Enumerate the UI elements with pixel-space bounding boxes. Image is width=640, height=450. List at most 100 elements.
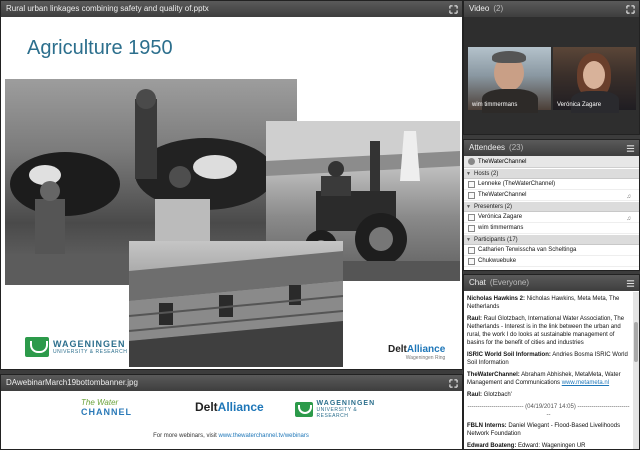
chat-text: Glotzbach' [483,392,512,398]
slide-title: Agriculture 1950 [27,37,173,59]
user-icon [468,247,475,254]
participants-group[interactable]: Participants (17) [464,234,639,245]
wageningen-mark-icon [295,402,313,417]
chat-sender: Raul: [467,316,482,322]
room-icon [468,158,475,165]
chat-pod: Chat (Everyone) Nicholas Hawkins 2: Nich… [463,274,640,450]
chat-message: Nicholas Hawkins 2: Nicholas Hawkins, Me… [467,295,630,311]
attendees-pod-title: Attendees [469,143,506,152]
chat-message: FBLN Interns: Daniel Wiegant - Flood-Bas… [467,422,630,438]
chat-pod-header: Chat (Everyone) [464,275,639,291]
attendees-count: (23) [509,143,524,152]
banner-footer: For more webinars, visit www.thewatercha… [73,433,389,439]
chat-sender: ISRIC World Soil Information: [467,352,551,358]
hosts-group-label: Hosts (2) [474,171,499,177]
webinars-link[interactable]: www.thewaterchannel.tv/webinars [218,433,308,439]
fullscreen-icon[interactable] [626,4,635,14]
banner-pod: DAwebinarMarch19bottombanner.jpg The Wat… [0,374,463,450]
attendee-name: TheWaterChannel [478,192,527,198]
chat-message: ISRIC World Soil Information: Andries Bo… [467,351,630,367]
chat-sender: Edward Boateng: [467,443,517,449]
video-feed[interactable]: Verónica Zagare [553,47,636,113]
meeting-room-name: TheWaterChannel [478,159,527,165]
meeting-room-row: TheWaterChannel [464,156,639,168]
attendee-row[interactable]: TheWaterChannel ♫ [464,190,639,201]
wageningen-mark-icon [25,337,49,357]
delta-alliance-logo: DeltAlliance [195,400,264,414]
attendee-name: Lenneke (TheWaterChannel) [478,181,556,187]
attendees-pod-header: Attendees (23) [464,140,639,156]
video-pod: Video (2) wim timmermans Verónica Zagare [463,0,640,135]
chat-pod-title: Chat [469,278,486,287]
chat-sender: Raul: [467,392,482,398]
presenters-group[interactable]: Presenters (2) [464,201,639,212]
chat-scrollbar-thumb[interactable] [634,322,638,362]
wageningen-logo: WAGENINGEN UNIVERSITY & RESEARCH [295,400,389,419]
delta-logo-accent: Alliance [217,400,264,414]
participants-group-label: Participants (17) [474,237,518,243]
chat-messages[interactable]: Nicholas Hawkins 2: Nicholas Hawkins, Me… [464,292,633,449]
pod-menu-icon[interactable] [626,279,635,288]
chat-message: Raul: Raul Glotzbach, International Wate… [467,315,630,347]
attendee-name: Verónica Zagare [478,214,523,220]
delta-logo-accent: Alliance [406,344,446,355]
presentation-slide: Agriculture 1950 WAGENINGEN UNIVERSITY &… [3,19,460,367]
photo-dyke-construction [129,241,343,367]
wageningen-logo-sub: UNIVERSITY & RESEARCH [53,349,128,355]
connect-meeting-room: Rural urban linkages combining safety an… [0,0,640,450]
chat-scope: (Everyone) [489,278,530,287]
attendee-row[interactable]: Chukwuebuke [464,256,639,267]
video-feed-name: Verónica Zagare [557,102,602,108]
attendee-row[interactable]: Catharien Terwisscha van Scheltinga [464,245,639,256]
the-water-channel-logo: The Water CHANNEL [81,398,132,417]
banner-pod-header: DAwebinarMarch19bottombanner.jpg [1,375,462,391]
user-icon [468,258,475,265]
attendee-row[interactable]: Verónica Zagare ♫ [464,212,639,223]
attendee-name: Catharien Terwisscha van Scheltinga [478,247,577,253]
wageningen-logo: WAGENINGEN UNIVERSITY & RESEARCH [25,337,127,357]
attendee-row[interactable]: Lenneke (TheWaterChannel) [464,179,639,190]
video-count: (2) [493,4,504,13]
user-icon [468,225,475,232]
attendee-row[interactable]: wim timmermans [464,223,639,234]
chat-scrollbar[interactable] [633,292,639,449]
twc-logo-bottom: CHANNEL [81,407,132,417]
chat-sender: Nicholas Hawkins 2: [467,296,526,302]
hosts-group[interactable]: Hosts (2) [464,168,639,179]
chat-link[interactable]: www.metameta.nl [562,380,609,386]
chat-sender: TheWaterChannel: [467,372,520,378]
chat-sender: FBLN Interns: [467,423,507,429]
video-feed-name: wim timmermans [472,102,518,108]
share-pod: Rural urban linkages combining safety an… [0,0,463,370]
pod-menu-icon[interactable] [626,144,635,153]
delta-logo-pre: Delt [388,344,407,355]
share-pod-title: Rural urban linkages combining safety an… [6,4,209,13]
user-icon [468,181,475,188]
banner-pod-title: DAwebinarMarch19bottombanner.jpg [6,378,138,387]
fullscreen-icon[interactable] [449,4,458,14]
delta-alliance-logo: DeltAlliance Wageningen Ring [388,344,445,361]
chat-text: Raul Glotzbach, International Water Asso… [467,316,625,346]
chat-date-divider: ---------------------------- (04/19/2017… [467,404,630,418]
wageningen-logo-name: WAGENINGEN [316,400,376,407]
fullscreen-icon[interactable] [449,378,458,388]
video-pod-title: Video [469,4,490,13]
delta-logo-pre: Delt [195,400,218,414]
user-icon [468,192,475,199]
attendees-pod: Attendees (23) TheWaterChannel Hosts (2)… [463,139,640,271]
chat-text: Edward: Wageningen UR [518,443,586,449]
chat-message: Raul: Glotzbach' [467,391,630,399]
share-pod-header: Rural urban linkages combining safety an… [1,1,462,17]
delta-logo-sub: Wageningen Ring [405,355,446,361]
chat-message: Edward Boateng: Edward: Wageningen UR [467,442,630,449]
attendee-name: wim timmermans [478,225,524,231]
video-feed[interactable]: wim timmermans [468,47,551,113]
chat-message: TheWaterChannel: Abraham Abhishek, MetaM… [467,371,630,387]
presenters-group-label: Presenters (2) [474,204,513,210]
video-pod-header: Video (2) [464,1,639,17]
banner-footer-text: For more webinars, visit [153,433,217,439]
user-icon [468,214,475,221]
attendee-name: Chukwuebuke [478,258,517,264]
twc-logo-top: The Water [81,398,119,407]
wageningen-logo-name: WAGENINGEN [53,339,126,349]
